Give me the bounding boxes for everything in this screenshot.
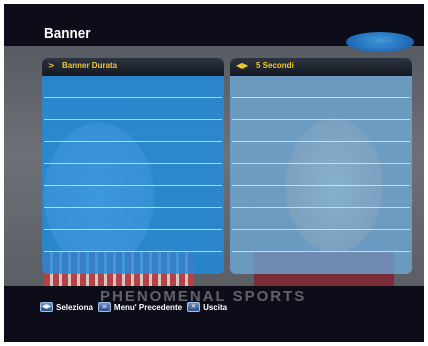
value-row-selected[interactable]: ◀▶ 5 Secondi xyxy=(230,58,412,76)
menu-key-icon: ≡ xyxy=(97,302,111,312)
row-divider xyxy=(44,163,222,164)
row-divider xyxy=(232,251,410,252)
hint-previous-menu: Menu' Precedente xyxy=(113,302,183,312)
row-divider xyxy=(44,119,222,120)
tv-screen: Banner > Banner Durata ◀▶ 5 Secondi PHEN… xyxy=(4,4,424,342)
row-divider xyxy=(232,97,410,98)
page-title: Banner xyxy=(44,25,91,42)
option-label-banner-durata: Banner Durata xyxy=(62,61,118,70)
hint-exit: Uscita xyxy=(203,302,228,312)
row-divider xyxy=(232,207,410,208)
row-divider xyxy=(44,141,222,142)
row-divider xyxy=(232,141,410,142)
footer-hints: ◀▶ Seleziona ≡ Menu' Precedente ✕ Uscita xyxy=(40,299,232,315)
exit-key-icon: ✕ xyxy=(187,302,201,312)
row-divider xyxy=(232,229,410,230)
row-divider xyxy=(232,163,410,164)
options-list-panel: > Banner Durata xyxy=(42,58,224,274)
option-row-selected[interactable]: > Banner Durata xyxy=(42,58,224,76)
row-divider xyxy=(44,185,222,186)
hint-select: Seleziona xyxy=(56,302,93,312)
row-divider xyxy=(232,185,410,186)
nav-arrows-key-icon: ◀▶ xyxy=(40,302,53,312)
selection-arrow-icon: > xyxy=(48,61,55,70)
row-divider xyxy=(44,207,222,208)
left-right-arrows-icon: ◀▶ xyxy=(236,61,249,70)
row-divider xyxy=(44,229,222,230)
values-list-panel: ◀▶ 5 Secondi xyxy=(230,58,412,274)
row-divider xyxy=(44,97,222,98)
row-divider xyxy=(44,251,222,252)
row-divider xyxy=(232,119,410,120)
channel-logo-icon xyxy=(346,32,414,52)
value-label-duration: 5 Secondi xyxy=(256,61,294,70)
